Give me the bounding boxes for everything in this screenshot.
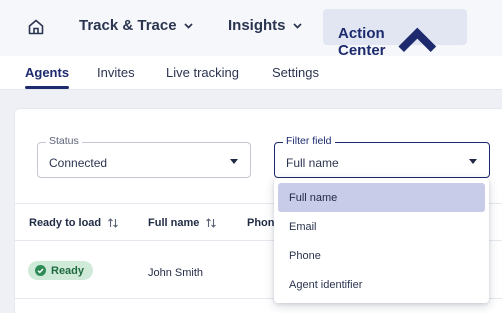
top-nav: Track & Trace Insights Action Center bbox=[0, 0, 502, 60]
column-full-name-label: Full name bbox=[148, 217, 200, 229]
sub-tabs: Agents Invites Live tracking Settings bbox=[0, 56, 502, 90]
status-badge-label: Ready bbox=[51, 264, 85, 277]
sort-icon[interactable] bbox=[107, 217, 119, 229]
tab-invites[interactable]: Invites bbox=[97, 65, 135, 80]
tab-agents[interactable]: Agents bbox=[25, 65, 69, 80]
status-select-value: Connected bbox=[49, 156, 108, 170]
chevron-down-icon bbox=[183, 23, 193, 29]
nav-action-center-label: Action Center bbox=[338, 25, 386, 60]
status-select[interactable]: Status Connected bbox=[37, 135, 251, 178]
nav-track-trace[interactable]: Track & Trace bbox=[79, 17, 194, 34]
tab-live-tracking[interactable]: Live tracking bbox=[166, 65, 239, 80]
status-badge: Ready bbox=[28, 261, 94, 280]
column-ready-to-load-label: Ready to load bbox=[29, 217, 102, 229]
sort-icon[interactable] bbox=[205, 217, 217, 229]
filter-field-select[interactable]: Filter field Full name bbox=[274, 135, 490, 178]
status-select-legend: Status bbox=[46, 135, 82, 147]
home-icon[interactable] bbox=[27, 18, 45, 36]
caret-down-icon bbox=[230, 159, 238, 164]
nav-insights[interactable]: Insights bbox=[228, 17, 303, 34]
filter-field-legend: Filter field bbox=[283, 135, 335, 147]
option-full-name[interactable]: Full name bbox=[278, 183, 485, 212]
chevron-down-icon bbox=[292, 23, 302, 29]
full-name-cell: John Smith bbox=[148, 267, 204, 279]
active-tab-indicator bbox=[25, 86, 69, 89]
filter-field-value: Full name bbox=[286, 156, 339, 170]
option-email[interactable]: Email bbox=[278, 212, 485, 241]
tab-settings[interactable]: Settings bbox=[272, 65, 319, 80]
column-ready-to-load[interactable]: Ready to load bbox=[29, 217, 119, 229]
caret-down-icon bbox=[469, 159, 477, 164]
filter-field-dropdown: Full name Email Phone Agent identifier bbox=[274, 178, 489, 303]
option-agent-identifier[interactable]: Agent identifier bbox=[278, 270, 485, 299]
nav-insights-label: Insights bbox=[228, 17, 286, 34]
nav-track-trace-label: Track & Trace bbox=[79, 17, 177, 34]
column-full-name[interactable]: Full name bbox=[148, 217, 217, 229]
check-circle-icon bbox=[35, 265, 46, 276]
option-phone[interactable]: Phone bbox=[278, 241, 485, 270]
